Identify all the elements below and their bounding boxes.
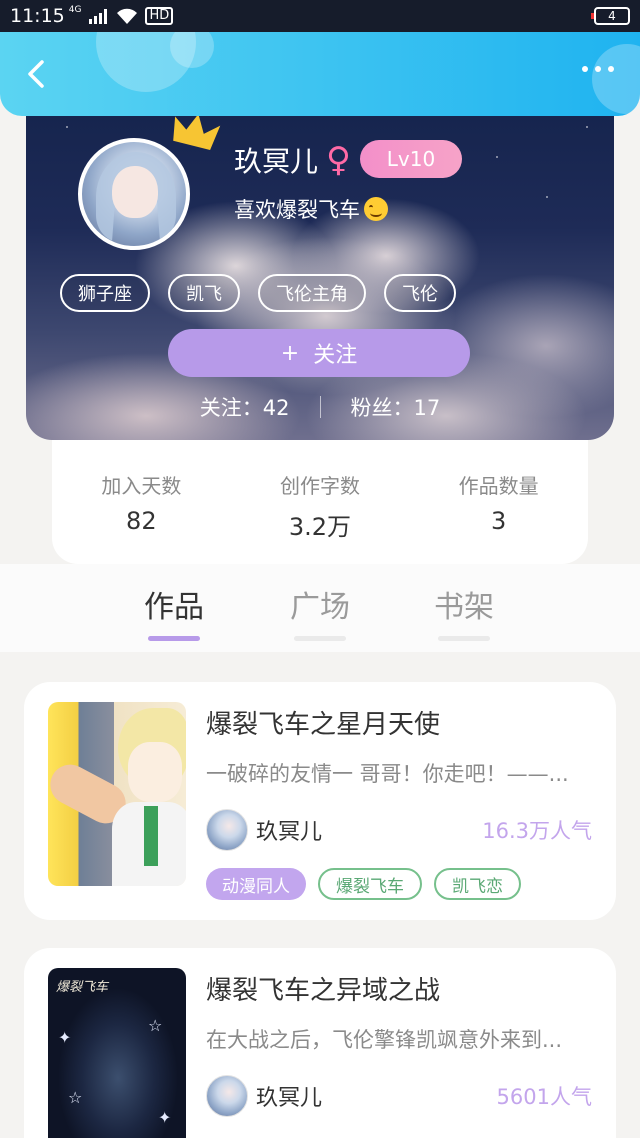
star-icon: ✦ xyxy=(58,1028,72,1047)
signal-icon xyxy=(89,8,108,24)
more-dots-icon[interactable] xyxy=(582,66,614,72)
nickname-text: 玖冥儿 xyxy=(234,145,319,178)
stats-card: 加入天数 82 创作字数 3.2万 作品数量 3 xyxy=(52,430,588,564)
back-chevron-icon[interactable] xyxy=(20,56,56,92)
work-tag[interactable]: 凯飞恋 xyxy=(434,868,521,900)
profile-header: 玖冥儿 ♀ Lv10 喜欢爆裂飞车 狮子座 凯飞 飞伦主角 飞伦 + 关注 关注… xyxy=(26,86,614,440)
tab-indicator xyxy=(294,636,346,641)
author-row: 玖冥儿 5601人气 xyxy=(206,1074,592,1118)
avatar[interactable] xyxy=(78,138,190,250)
stat-value: 82 xyxy=(126,507,157,535)
author-row: 玖冥儿 16.3万人气 xyxy=(206,808,592,852)
divider xyxy=(319,396,321,418)
stat-works-count: 作品数量 3 xyxy=(424,470,574,564)
nickname: 玖冥儿 ♀ xyxy=(234,140,351,180)
profile-tag[interactable]: 凯飞 xyxy=(168,274,240,312)
author-avatar xyxy=(206,1075,248,1117)
author-avatar xyxy=(206,809,248,851)
following-count[interactable]: 关注：42 xyxy=(200,392,290,422)
decor-bubble xyxy=(170,32,214,68)
cover-title: 爆裂飞车 xyxy=(56,980,109,995)
fans-count[interactable]: 粉丝：17 xyxy=(351,392,441,422)
bio: 喜欢爆裂飞车 xyxy=(234,194,388,224)
author-name: 玖冥儿 xyxy=(256,820,323,845)
tab-bar: 作品 广场 书架 xyxy=(0,564,640,652)
work-tag[interactable]: 动漫同人 xyxy=(206,868,306,900)
follow-button-label: 关注 xyxy=(313,343,358,368)
work-cover[interactable]: 爆裂飞车 ✦ ☆ ☆ ✦ xyxy=(48,968,186,1138)
star-icon: ✦ xyxy=(158,1108,172,1127)
profile-tag[interactable]: 飞伦主角 xyxy=(258,274,366,312)
tab-label: 广场 xyxy=(290,590,350,625)
top-nav-bar xyxy=(0,32,640,116)
tab-label: 书架 xyxy=(434,590,494,625)
stat-label: 作品数量 xyxy=(458,474,539,498)
work-card[interactable]: 爆裂飞车之星月天使 一破碎的友情一 哥哥！你走吧！——... 玖冥儿 16.3万… xyxy=(24,682,616,920)
follow-button[interactable]: + 关注 xyxy=(168,329,470,377)
profile-tags: 狮子座 凯飞 飞伦主角 飞伦 xyxy=(60,274,456,312)
stat-word-count: 创作字数 3.2万 xyxy=(245,470,395,564)
bio-text: 喜欢爆裂飞车 xyxy=(234,198,360,222)
work-cover[interactable] xyxy=(48,702,186,886)
hd-badge: HD xyxy=(145,7,174,25)
tab-works[interactable]: 作品 xyxy=(124,582,224,641)
tab-square[interactable]: 广场 xyxy=(270,582,370,641)
follow-stats: 关注：42 粉丝：17 xyxy=(26,392,614,422)
stat-label: 创作字数 xyxy=(279,474,360,498)
work-description: 一破碎的友情一 哥哥！你走吧！——... xyxy=(206,762,569,786)
profile-tag[interactable]: 狮子座 xyxy=(60,274,150,312)
decor-bubble xyxy=(592,44,640,114)
female-gender-icon: ♀ xyxy=(326,140,351,180)
tab-label: 作品 xyxy=(144,590,204,625)
status-time: 11:15 xyxy=(10,5,65,27)
popularity: 5601人气 xyxy=(496,1085,592,1109)
star-icon: ☆ xyxy=(148,1016,163,1035)
crown-icon xyxy=(173,114,221,150)
tab-indicator xyxy=(148,636,200,641)
work-tag[interactable]: 爆裂飞车 xyxy=(318,868,422,900)
network-type: 4G xyxy=(68,5,82,15)
work-card[interactable]: 爆裂飞车 ✦ ☆ ☆ ✦ 爆裂飞车之异域之战 在大战之后，飞伦擎锋凯飒意外来到.… xyxy=(24,948,616,1138)
stat-join-days: 加入天数 82 xyxy=(66,470,216,564)
author-name: 玖冥儿 xyxy=(256,1086,323,1111)
plus-icon: + xyxy=(280,340,300,366)
stat-label: 加入天数 xyxy=(101,474,182,498)
work-description: 在大战之后，飞伦擎锋凯飒意外来到... xyxy=(206,1028,563,1052)
smile-emoji-icon xyxy=(364,197,388,221)
stat-value: 3 xyxy=(491,507,507,535)
profile-tag[interactable]: 飞伦 xyxy=(384,274,456,312)
work-title[interactable]: 爆裂飞车之星月天使 xyxy=(206,704,440,741)
tab-indicator xyxy=(438,636,490,641)
popularity: 16.3万人气 xyxy=(482,819,592,843)
stat-value: 3.2万 xyxy=(288,513,352,541)
work-tags: 动漫同人 爆裂飞车 凯飞恋 xyxy=(206,868,521,900)
star-icon: ☆ xyxy=(68,1088,83,1107)
wifi-icon xyxy=(117,8,138,24)
battery-icon: 4 xyxy=(591,7,630,25)
level-badge: Lv10 xyxy=(360,140,462,178)
tab-bookshelf[interactable]: 书架 xyxy=(414,582,514,641)
work-title[interactable]: 爆裂飞车之异域之战 xyxy=(206,970,440,1007)
status-bar: 11:15 4G HD 4 xyxy=(0,0,640,32)
